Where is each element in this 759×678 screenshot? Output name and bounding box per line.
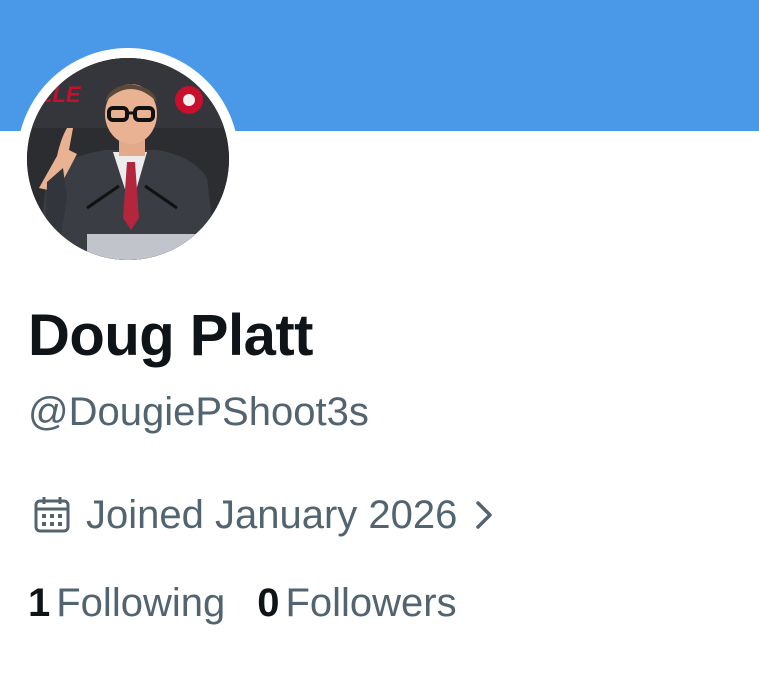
avatar-photo: LLE — [27, 58, 229, 260]
display-name: Doug Platt — [28, 303, 313, 368]
following-count: 1 — [28, 581, 51, 625]
followers-count: 0 — [257, 581, 280, 625]
calendar-icon — [34, 497, 70, 533]
followers-label: Followers — [285, 581, 457, 625]
followers-link[interactable]: 0 Followers — [257, 578, 456, 628]
following-link[interactable]: 1 Following — [28, 578, 225, 628]
user-handle: @DougiePShoot3s — [28, 390, 369, 434]
joined-date-row[interactable]: Joined January 2026 — [32, 492, 495, 538]
chevron-right-icon — [476, 501, 493, 529]
profile-header: LLE Doug Platt @DougiePShoot3s Joined Ja… — [0, 0, 759, 678]
joined-date-text: Joined January 2026 — [86, 493, 458, 537]
following-label: Following — [56, 581, 226, 625]
avatar[interactable]: LLE — [27, 58, 229, 260]
follow-stats: 1 Following 0 Followers — [28, 578, 457, 628]
